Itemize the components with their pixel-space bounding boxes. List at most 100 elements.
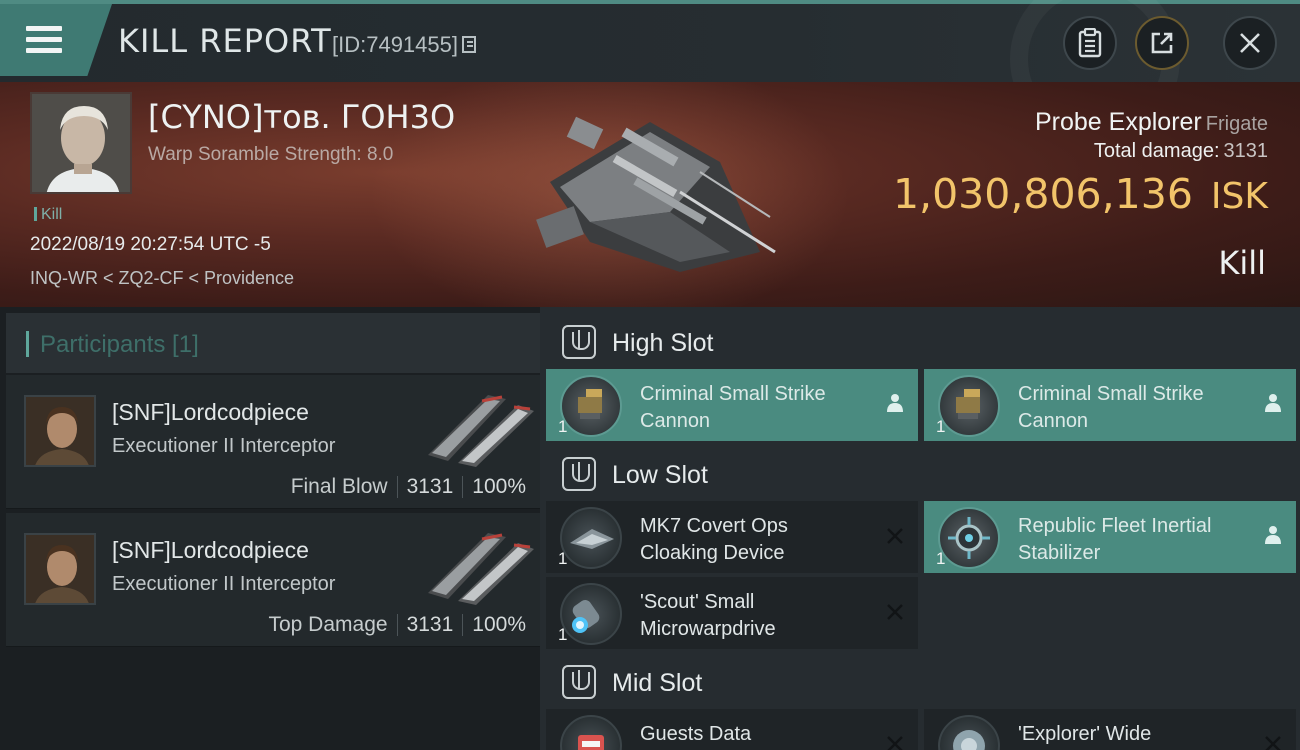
stabilizer-module-icon: [938, 507, 1000, 569]
module-quantity: 1: [558, 549, 568, 568]
total-damage-value: 3131: [1223, 140, 1269, 162]
kill-result: Kill: [1218, 244, 1266, 282]
close-icon: [1240, 33, 1260, 53]
scanner-module-icon: [938, 715, 1000, 750]
slot-shield-icon: [562, 457, 596, 491]
participants-panel: Participants [1] [SNF]Lordcodpiece Execu…: [0, 307, 540, 750]
person-icon[interactable]: [1264, 393, 1282, 419]
module-name: 'Explorer' Wide: [1018, 721, 1258, 748]
module-item[interactable]: 1 'Explorer' Wide: [924, 709, 1296, 750]
stat-separator: [396, 476, 398, 498]
slot-shield-icon: [562, 665, 596, 699]
fitting-panel: High Slot 1 Criminal Small Strike Cannon…: [540, 307, 1300, 750]
kill-tag: Kill: [34, 206, 62, 224]
close-button[interactable]: [1223, 16, 1277, 70]
module-name-line: Microwarpdrive: [640, 618, 776, 640]
high-slot-header: High Slot: [546, 311, 1300, 371]
module-name-line: Cannon: [640, 410, 711, 432]
total-damage-label: Total damage:: [1093, 140, 1220, 162]
participant-name[interactable]: [SNF]Lordcodpiece: [112, 399, 309, 426]
participant-damage: 3131: [406, 475, 454, 498]
module-item[interactable]: 1 'Scout' Small Microwarpdrive: [546, 577, 918, 649]
report-id-text: [ID:7491455]: [332, 32, 458, 57]
ship-class: Frigate: [1205, 113, 1268, 135]
x-mark-icon[interactable]: [886, 525, 904, 551]
participants-header[interactable]: Participants [1]: [6, 313, 540, 373]
module-name-line: MK7 Covert Ops: [640, 515, 788, 537]
module-name-line: Republic Fleet Inertial: [1018, 515, 1212, 537]
participant-ship: Executioner II Interceptor: [112, 573, 336, 595]
module-name: Criminal Small Strike Cannon: [1018, 381, 1258, 435]
module-name-line: Criminal Small Strike: [640, 383, 826, 405]
participant-ship: Executioner II Interceptor: [112, 435, 336, 457]
kill-location[interactable]: INQ-WR < ZQ2-CF < Providence: [30, 268, 294, 289]
module-quantity: 1: [558, 625, 568, 644]
microwarpdrive-icon: [560, 583, 622, 645]
module-quantity: 1: [558, 417, 568, 436]
participant-stats: Top Damage 3131 100%: [268, 613, 526, 637]
mid-slot-header: Mid Slot: [546, 651, 1300, 711]
mid-slot-label: Mid Slot: [612, 669, 703, 697]
participant-role: Final Blow: [290, 475, 388, 498]
page-title: KILL REPORT: [118, 22, 332, 60]
clipboard-icon: [1078, 28, 1102, 58]
x-mark-icon[interactable]: [886, 601, 904, 627]
participant-ship-image[interactable]: [418, 523, 536, 605]
menu-button[interactable]: [0, 4, 112, 76]
module-item[interactable]: 1 MK7 Covert Ops Cloaking Device: [546, 501, 918, 573]
participant-avatar[interactable]: [24, 533, 96, 605]
module-name: Criminal Small Strike Cannon: [640, 381, 880, 435]
cannon-module-icon: [938, 375, 1000, 437]
participant-name[interactable]: [SNF]Lordcodpiece: [112, 537, 309, 564]
share-button[interactable]: [1135, 16, 1189, 70]
victim-ship-image[interactable]: [530, 102, 790, 282]
participant-stats: Final Blow 3131 100%: [291, 475, 526, 499]
participant-row[interactable]: [SNF]Lordcodpiece Executioner II Interce…: [6, 375, 540, 509]
report-id[interactable]: [ID:7491455]: [332, 32, 476, 58]
module-name-line: Stabilizer: [1018, 542, 1101, 564]
isk-value: 1,030,806,136 ISK: [893, 170, 1268, 218]
victim-name[interactable]: [CYNO]тов. ГОН3О: [148, 98, 455, 136]
kill-datetime: 2022/08/19 20:27:54 UTC -5: [30, 234, 271, 255]
participant-avatar[interactable]: [24, 395, 96, 467]
module-name: Republic Fleet Inertial Stabilizer: [1018, 513, 1258, 567]
module-item[interactable]: 1 Republic Fleet Inertial Stabilizer: [924, 501, 1296, 573]
module-item[interactable]: 1 Guests Data: [546, 709, 918, 750]
module-name-line: Cloaking Device: [640, 542, 785, 564]
module-name-line: 'Scout' Small: [640, 591, 755, 613]
module-quantity: 1: [936, 549, 946, 568]
ship-name-text: Probe Explorer: [1035, 108, 1202, 136]
hamburger-menu-icon: [26, 26, 62, 54]
participant-ship-image[interactable]: [418, 385, 536, 467]
copy-icon[interactable]: [461, 36, 476, 53]
module-quantity: 1: [936, 417, 946, 436]
victim-portrait[interactable]: [30, 92, 132, 194]
participants-title: Participants [1]: [40, 331, 199, 358]
x-mark-icon[interactable]: [886, 733, 904, 750]
participant-damage: 3131: [406, 613, 454, 636]
x-mark-icon[interactable]: [1264, 733, 1282, 750]
person-icon[interactable]: [1264, 525, 1282, 551]
low-slot-header: Low Slot: [546, 443, 1300, 503]
data-analyzer-icon: [560, 715, 622, 750]
share-icon: [1151, 32, 1173, 54]
module-name-line: 'Explorer' Wide: [1018, 723, 1152, 745]
low-slot-label: Low Slot: [612, 461, 708, 489]
victim-ship-name[interactable]: Probe Explorer Frigate: [1035, 108, 1268, 137]
participant-row[interactable]: [SNF]Lordcodpiece Executioner II Interce…: [6, 513, 540, 647]
module-name: 'Scout' Small Microwarpdrive: [640, 589, 880, 643]
cloaking-device-icon: [560, 507, 622, 569]
module-item[interactable]: 1 Criminal Small Strike Cannon: [924, 369, 1296, 441]
participant-avatar-image: [26, 397, 94, 465]
module-name-line: Guests Data: [640, 723, 752, 745]
participant-role: Top Damage: [268, 613, 388, 636]
high-slot-label: High Slot: [612, 329, 714, 357]
victim-avatar: [32, 94, 130, 192]
module-item[interactable]: 1 Criminal Small Strike Cannon: [546, 369, 918, 441]
isk-amount: 1,030,806,136: [892, 170, 1193, 218]
victim-detail: Warp Soramble Strength: 8.0: [148, 144, 394, 165]
module-name: Guests Data: [640, 721, 880, 748]
total-damage: Total damage: 3131: [1094, 140, 1268, 163]
clipboard-button[interactable]: [1063, 16, 1117, 70]
person-icon[interactable]: [886, 393, 904, 419]
